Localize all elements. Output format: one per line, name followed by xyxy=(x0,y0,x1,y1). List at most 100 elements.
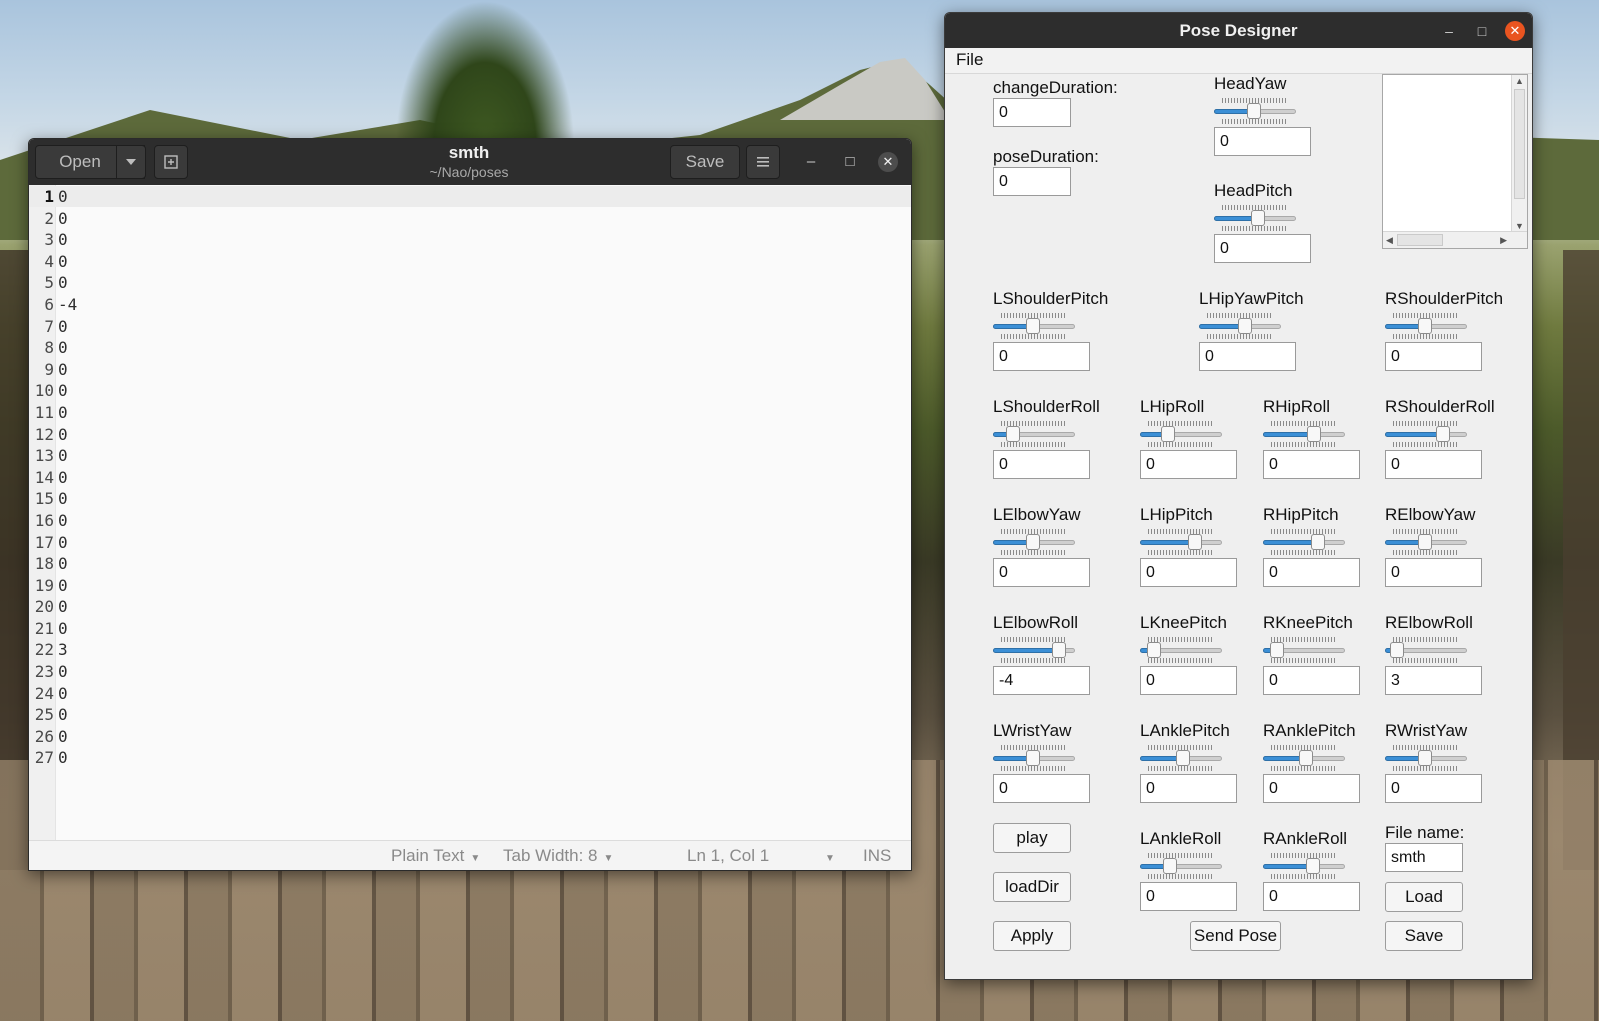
scroll-up-icon[interactable]: ▲ xyxy=(1515,76,1524,86)
load-dir-button[interactable]: loadDir xyxy=(993,872,1071,902)
rhip-pitch-slider[interactable] xyxy=(1263,529,1345,555)
load-button[interactable]: Load xyxy=(1385,882,1463,912)
text-line[interactable]: 26 0 xyxy=(29,726,911,748)
slider-handle[interactable] xyxy=(1311,534,1325,550)
line-text[interactable]: 0 xyxy=(56,229,68,251)
rhip-roll-input[interactable]: 0 xyxy=(1263,450,1360,479)
rshoulder-roll-slider[interactable] xyxy=(1385,421,1467,447)
slider-handle[interactable] xyxy=(1052,642,1066,658)
text-area[interactable]: 1 0 2 0 3 0 4 0 5 0 6 -4 7 0 8 0 9 0 10 0 11 0 12 0 13 0 14 0 15 0 16 0… xyxy=(29,186,911,769)
rankle-pitch-slider[interactable] xyxy=(1263,745,1345,771)
line-text[interactable]: 0 xyxy=(56,402,68,424)
slider-handle[interactable] xyxy=(1418,318,1432,334)
line-text[interactable]: 0 xyxy=(56,272,68,294)
line-text[interactable]: 0 xyxy=(56,467,68,489)
text-line[interactable]: 30 xyxy=(29,229,911,251)
slider-handle[interactable] xyxy=(1418,534,1432,550)
line-text[interactable]: 0 xyxy=(56,618,68,640)
scrollbar-thumb[interactable] xyxy=(1514,89,1525,199)
lelbow-roll-slider[interactable] xyxy=(993,637,1075,663)
text-line[interactable]: 21 0 xyxy=(29,618,911,640)
line-text[interactable]: 0 xyxy=(56,316,68,338)
vertical-scrollbar[interactable]: ▲ ▼ xyxy=(1511,75,1527,232)
position-dropdown[interactable]: ▼ xyxy=(819,846,835,866)
tab-width-selector[interactable]: Tab Width: 8 ▼ xyxy=(503,846,613,866)
text-line[interactable]: 11 0 xyxy=(29,402,911,424)
line-text[interactable]: 0 xyxy=(56,445,68,467)
line-text[interactable]: 0 xyxy=(56,337,68,359)
text-line[interactable]: 18 0 xyxy=(29,553,911,575)
relbow-yaw-input[interactable]: 0 xyxy=(1385,558,1482,587)
slider-handle[interactable] xyxy=(1006,426,1020,442)
text-line[interactable]: 22 3 xyxy=(29,639,911,661)
slider-handle[interactable] xyxy=(1299,750,1313,766)
text-line[interactable]: 16 0 xyxy=(29,510,911,532)
text-line[interactable]: 13 0 xyxy=(29,445,911,467)
hamburger-menu-button[interactable] xyxy=(746,145,780,179)
pose-list[interactable]: ▲ ▼ ◀ ▶ xyxy=(1382,74,1528,249)
text-line[interactable]: 12 0 xyxy=(29,424,911,446)
text-line[interactable]: 20 xyxy=(29,208,911,230)
line-text[interactable]: 0 xyxy=(56,596,68,618)
lhip-yaw-pitch-input[interactable]: 0 xyxy=(1199,342,1296,371)
line-text[interactable]: 3 xyxy=(56,639,68,661)
slider-handle[interactable] xyxy=(1307,426,1321,442)
lelbow-yaw-slider[interactable] xyxy=(993,529,1075,555)
lshoulder-pitch-slider[interactable] xyxy=(993,313,1075,339)
slider-handle[interactable] xyxy=(1390,642,1404,658)
text-line[interactable]: 20 0 xyxy=(29,596,911,618)
slider-handle[interactable] xyxy=(1306,858,1320,874)
maximize-button[interactable]: □ xyxy=(840,152,860,172)
text-line[interactable]: 17 0 xyxy=(29,532,911,554)
line-text[interactable]: 0 xyxy=(56,747,68,769)
lknee-pitch-input[interactable]: 0 xyxy=(1140,666,1237,695)
line-text[interactable]: 0 xyxy=(56,661,68,683)
head-yaw-input[interactable]: 0 xyxy=(1214,127,1311,156)
lelbow-yaw-input[interactable]: 0 xyxy=(993,558,1090,587)
lankle-pitch-slider[interactable] xyxy=(1140,745,1222,771)
rankle-roll-input[interactable]: 0 xyxy=(1263,882,1360,911)
horizontal-scrollbar[interactable]: ◀ ▶ xyxy=(1383,231,1527,248)
slider-handle[interactable] xyxy=(1026,750,1040,766)
slider-handle[interactable] xyxy=(1188,534,1202,550)
line-text[interactable]: 0 xyxy=(56,251,68,273)
change-duration-input[interactable]: 0 xyxy=(993,98,1071,127)
rshoulder-pitch-slider[interactable] xyxy=(1385,313,1467,339)
line-text[interactable]: 0 xyxy=(56,532,68,554)
lhip-roll-slider[interactable] xyxy=(1140,421,1222,447)
save-button[interactable]: Save xyxy=(1385,921,1463,951)
slider-handle[interactable] xyxy=(1270,642,1284,658)
slider-handle[interactable] xyxy=(1026,534,1040,550)
pose-duration-input[interactable]: 0 xyxy=(993,167,1071,196)
lknee-pitch-slider[interactable] xyxy=(1140,637,1222,663)
line-text[interactable]: 0 xyxy=(56,683,68,705)
text-line[interactable]: 50 xyxy=(29,272,911,294)
rhip-pitch-input[interactable]: 0 xyxy=(1263,558,1360,587)
line-text[interactable]: 0 xyxy=(56,488,68,510)
lwrist-yaw-input[interactable]: 0 xyxy=(993,774,1090,803)
save-button[interactable]: Save xyxy=(670,145,740,179)
lshoulder-roll-slider[interactable] xyxy=(993,421,1075,447)
lhip-yaw-pitch-slider[interactable] xyxy=(1199,313,1281,339)
slider-handle[interactable] xyxy=(1238,318,1252,334)
head-yaw-slider[interactable] xyxy=(1214,98,1296,124)
relbow-yaw-slider[interactable] xyxy=(1385,529,1467,555)
text-line[interactable]: 70 xyxy=(29,316,911,338)
lankle-roll-slider[interactable] xyxy=(1140,853,1222,879)
language-selector[interactable]: Plain Text ▼ xyxy=(391,846,480,866)
text-line[interactable]: 90 xyxy=(29,359,911,381)
line-text[interactable]: 0 xyxy=(56,704,68,726)
close-button[interactable]: ✕ xyxy=(1505,21,1525,41)
rwrist-yaw-input[interactable]: 0 xyxy=(1385,774,1482,803)
head-pitch-input[interactable]: 0 xyxy=(1214,234,1311,263)
lhip-pitch-slider[interactable] xyxy=(1140,529,1222,555)
lshoulder-pitch-input[interactable]: 0 xyxy=(993,342,1090,371)
rshoulder-roll-input[interactable]: 0 xyxy=(1385,450,1482,479)
text-line[interactable]: 80 xyxy=(29,337,911,359)
line-text[interactable]: 0 xyxy=(56,359,68,381)
line-text[interactable]: 0 xyxy=(56,510,68,532)
slider-handle[interactable] xyxy=(1247,103,1261,119)
scroll-down-icon[interactable]: ▼ xyxy=(1515,221,1524,231)
lshoulder-roll-input[interactable]: 0 xyxy=(993,450,1090,479)
slider-handle[interactable] xyxy=(1251,210,1265,226)
